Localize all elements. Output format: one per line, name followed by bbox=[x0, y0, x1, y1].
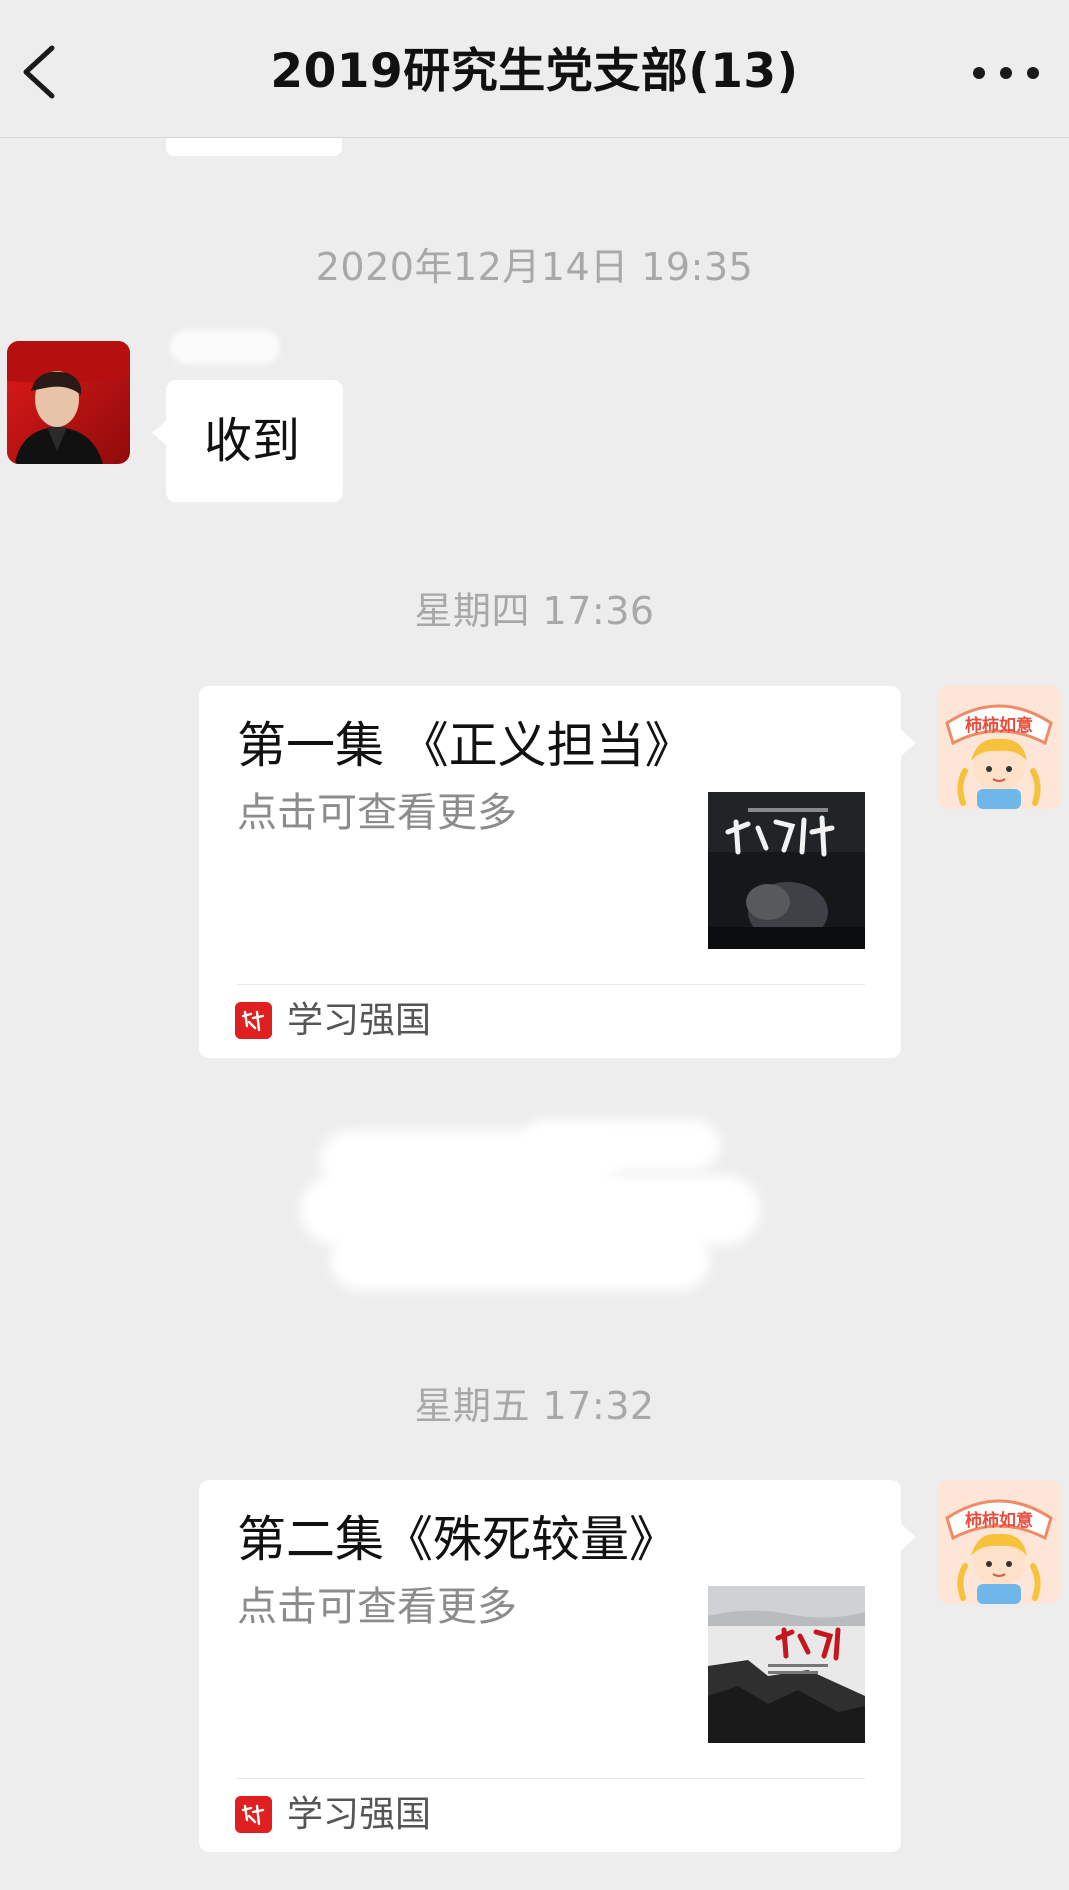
card-divider bbox=[237, 1778, 865, 1779]
card-title: 第一集 《正义担当》 bbox=[237, 717, 694, 774]
documentary-poster-icon bbox=[708, 792, 865, 949]
sender-avatar[interactable] bbox=[7, 341, 130, 464]
source-name: 学习强国 bbox=[287, 1794, 432, 1835]
chat-title: 2019研究生党支部(13) bbox=[270, 44, 799, 99]
card-description: 点击可查看更多 bbox=[237, 1584, 517, 1630]
incoming-message-bubble[interactable]: 收到 bbox=[152, 380, 343, 502]
svg-text:柿柿如意: 柿柿如意 bbox=[965, 1510, 1033, 1531]
card-description: 点击可查看更多 bbox=[237, 790, 517, 836]
cartoon-girl-avatar-icon: 柿柿如意 bbox=[937, 685, 1061, 809]
my-avatar[interactable]: 柿柿如意 bbox=[937, 1480, 1061, 1604]
sender-name-redacted bbox=[170, 330, 280, 364]
more-button[interactable] bbox=[973, 58, 1039, 88]
card-title: 第二集《殊死较量》 bbox=[237, 1511, 679, 1568]
avatar-photo-icon bbox=[7, 341, 130, 464]
chat-header: 2019研究生党支部(13) bbox=[0, 0, 1069, 138]
more-horizontal-icon bbox=[973, 67, 985, 79]
xuexi-qiangguo-logo-icon bbox=[235, 1002, 272, 1039]
message-text: 收到 bbox=[204, 413, 301, 469]
redacted-content bbox=[300, 1120, 770, 1310]
message-timestamp: 星期四 17:36 bbox=[414, 589, 655, 633]
card-thumbnail bbox=[708, 792, 865, 949]
source-name: 学习强国 bbox=[287, 1000, 432, 1041]
my-avatar[interactable]: 柿柿如意 bbox=[937, 685, 1061, 809]
link-card[interactable]: 第二集《殊死较量》 点击可查看更多 学习强国 bbox=[199, 1480, 916, 1852]
documentary-poster-icon bbox=[708, 1586, 865, 1743]
message-timestamp: 星期五 17:32 bbox=[414, 1384, 655, 1428]
svg-text:柿柿如意: 柿柿如意 bbox=[965, 715, 1033, 736]
message-timestamp: 2020年12月14日 19:35 bbox=[315, 245, 754, 289]
chevron-left-icon bbox=[23, 45, 55, 99]
link-card[interactable]: 第一集 《正义担当》 点击可查看更多 学习强国 bbox=[199, 686, 916, 1058]
previous-message-fragment[interactable] bbox=[166, 138, 342, 156]
back-button[interactable] bbox=[14, 42, 66, 102]
card-thumbnail bbox=[708, 1586, 865, 1743]
card-divider bbox=[237, 984, 865, 985]
cartoon-girl-avatar-icon: 柿柿如意 bbox=[937, 1480, 1061, 1604]
xuexi-qiangguo-logo-icon bbox=[235, 1796, 272, 1833]
